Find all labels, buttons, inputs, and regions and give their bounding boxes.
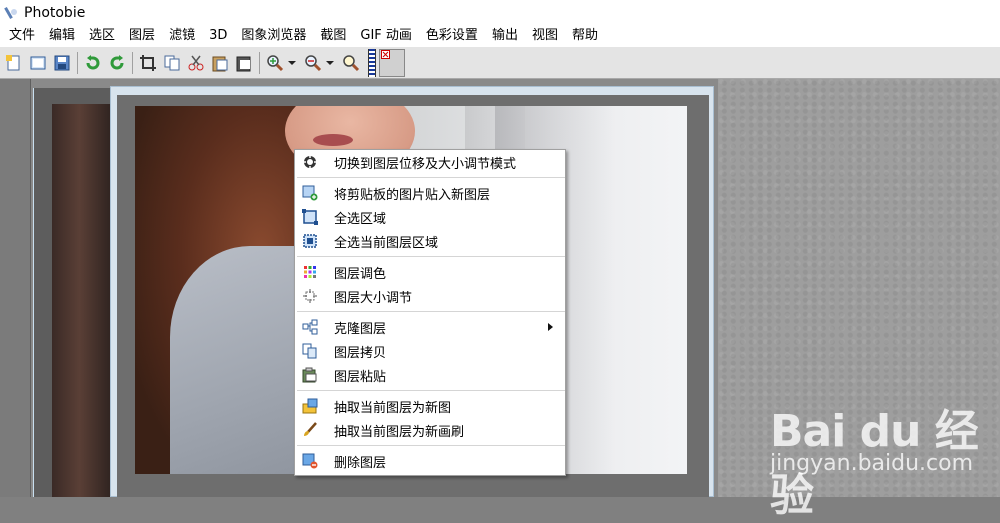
menu-select[interactable]: 选区 (82, 25, 122, 47)
color-swatch-box[interactable] (379, 48, 405, 77)
paste-icon[interactable] (210, 53, 230, 73)
toolbar (0, 47, 1000, 79)
menu-item-delete-layer[interactable]: 删除图层 (295, 449, 565, 473)
menu-item-label: 抽取当前图层为新图 (334, 400, 452, 416)
menu-item-label: 图层大小调节 (334, 290, 413, 306)
resize-icon (302, 288, 318, 304)
menu-item-label: 克隆图层 (334, 321, 387, 337)
cut-icon[interactable] (186, 53, 206, 73)
crop-icon[interactable] (138, 53, 158, 73)
menu-file[interactable]: 文件 (2, 25, 42, 47)
menu-layer[interactable]: 图层 (122, 25, 162, 47)
menu-3d[interactable]: 3D (202, 25, 234, 47)
menu-screenshot[interactable]: 截图 (313, 25, 353, 47)
zoom-out-dropdown-arrow[interactable] (326, 60, 334, 65)
menu-item-select-layer-area[interactable]: 全选当前图层区域 (295, 229, 565, 253)
clone-icon (302, 319, 318, 335)
submenu-arrow-icon (548, 323, 553, 331)
zoom-out-icon[interactable] (303, 53, 323, 73)
menu-item-label: 将剪贴板的图片贴入新图层 (334, 187, 491, 203)
close-icon[interactable] (381, 49, 390, 59)
open-icon[interactable] (28, 53, 48, 73)
menu-color-settings[interactable]: 色彩设置 (419, 25, 485, 47)
menu-item-label: 图层粘贴 (334, 369, 387, 385)
paste-layer-icon (302, 367, 318, 383)
toolbar-gripper[interactable] (368, 48, 376, 77)
menu-edit[interactable]: 编辑 (42, 25, 82, 47)
menu-separator (297, 177, 565, 178)
save-icon[interactable] (52, 53, 72, 73)
photobie-app-icon (5, 6, 19, 20)
brush-icon (302, 422, 318, 438)
menu-item-paste-layer[interactable]: 图层粘贴 (295, 363, 565, 387)
extract-image-icon (302, 398, 318, 414)
redo-icon[interactable] (107, 53, 127, 73)
workspace-texture (718, 79, 1000, 497)
menu-bar: 文件 编辑 选区 图层 滤镜 3D 图象浏览器 截图 GIF 动画 色彩设置 输… (0, 25, 1000, 47)
menu-item-label: 删除图层 (334, 455, 387, 471)
left-panel (0, 79, 31, 497)
menu-item-extract-new-brush[interactable]: 抽取当前图层为新画刷 (295, 418, 565, 442)
delete-layer-icon (302, 453, 318, 469)
menu-item-select-all[interactable]: 全选区域 (295, 205, 565, 229)
copy-icon[interactable] (162, 53, 182, 73)
menu-item-copy-layer[interactable]: 图层拷贝 (295, 339, 565, 363)
title-bar: Photobie (0, 0, 1000, 25)
menu-item-paste-new-layer[interactable]: 将剪贴板的图片贴入新图层 (295, 181, 565, 205)
zoom-in-dropdown-arrow[interactable] (288, 60, 296, 65)
paste-new-layer-icon (302, 185, 318, 201)
undo-icon[interactable] (83, 53, 103, 73)
menu-item-label: 全选当前图层区域 (334, 235, 439, 251)
toolbar-separator (259, 51, 260, 74)
menu-gif-animation[interactable]: GIF 动画 (353, 25, 419, 47)
menu-help[interactable]: 帮助 (565, 25, 605, 47)
menu-item-label: 全选区域 (334, 211, 387, 227)
menu-separator (297, 390, 565, 391)
zoom-in-icon[interactable] (265, 53, 285, 73)
menu-item-label: 图层拷贝 (334, 345, 387, 361)
menu-item-label: 切换到图层位移及大小调节模式 (334, 156, 517, 172)
paste-new-icon[interactable] (234, 53, 254, 73)
menu-separator (297, 445, 565, 446)
menu-item-layer-resize[interactable]: 图层大小调节 (295, 284, 565, 308)
new-icon[interactable] (4, 53, 24, 73)
copy-layer-icon (302, 343, 318, 359)
select-all-icon (302, 209, 318, 225)
menu-view[interactable]: 视图 (525, 25, 565, 47)
layer-context-menu: 切换到图层位移及大小调节模式 将剪贴板的图片贴入新图层 全选区域 全选当前图层区… (294, 149, 566, 476)
menu-item-layer-color-adjust[interactable]: 图层调色 (295, 260, 565, 284)
photo-lips (313, 134, 353, 146)
menu-item-move-resize-mode[interactable]: 切换到图层位移及大小调节模式 (295, 150, 565, 174)
window-title: Photobie (24, 4, 86, 21)
toolbar-separator (132, 51, 133, 74)
menu-item-extract-new-image[interactable]: 抽取当前图层为新图 (295, 394, 565, 418)
background-document-photo (52, 104, 113, 497)
move-resize-icon (302, 154, 318, 170)
menu-item-clone-layer[interactable]: 克隆图层 (295, 315, 565, 339)
zoom-fit-icon[interactable] (341, 53, 361, 73)
menu-separator (297, 256, 565, 257)
menu-item-label: 图层调色 (334, 266, 387, 282)
menu-filter[interactable]: 滤镜 (162, 25, 202, 47)
menu-output[interactable]: 输出 (485, 25, 525, 47)
palette-icon (302, 264, 318, 280)
toolbar-separator (77, 51, 78, 74)
menu-item-label: 抽取当前图层为新画刷 (334, 424, 465, 440)
menu-separator (297, 311, 565, 312)
select-layer-icon (302, 233, 318, 249)
menu-image-browser[interactable]: 图象浏览器 (234, 25, 313, 47)
